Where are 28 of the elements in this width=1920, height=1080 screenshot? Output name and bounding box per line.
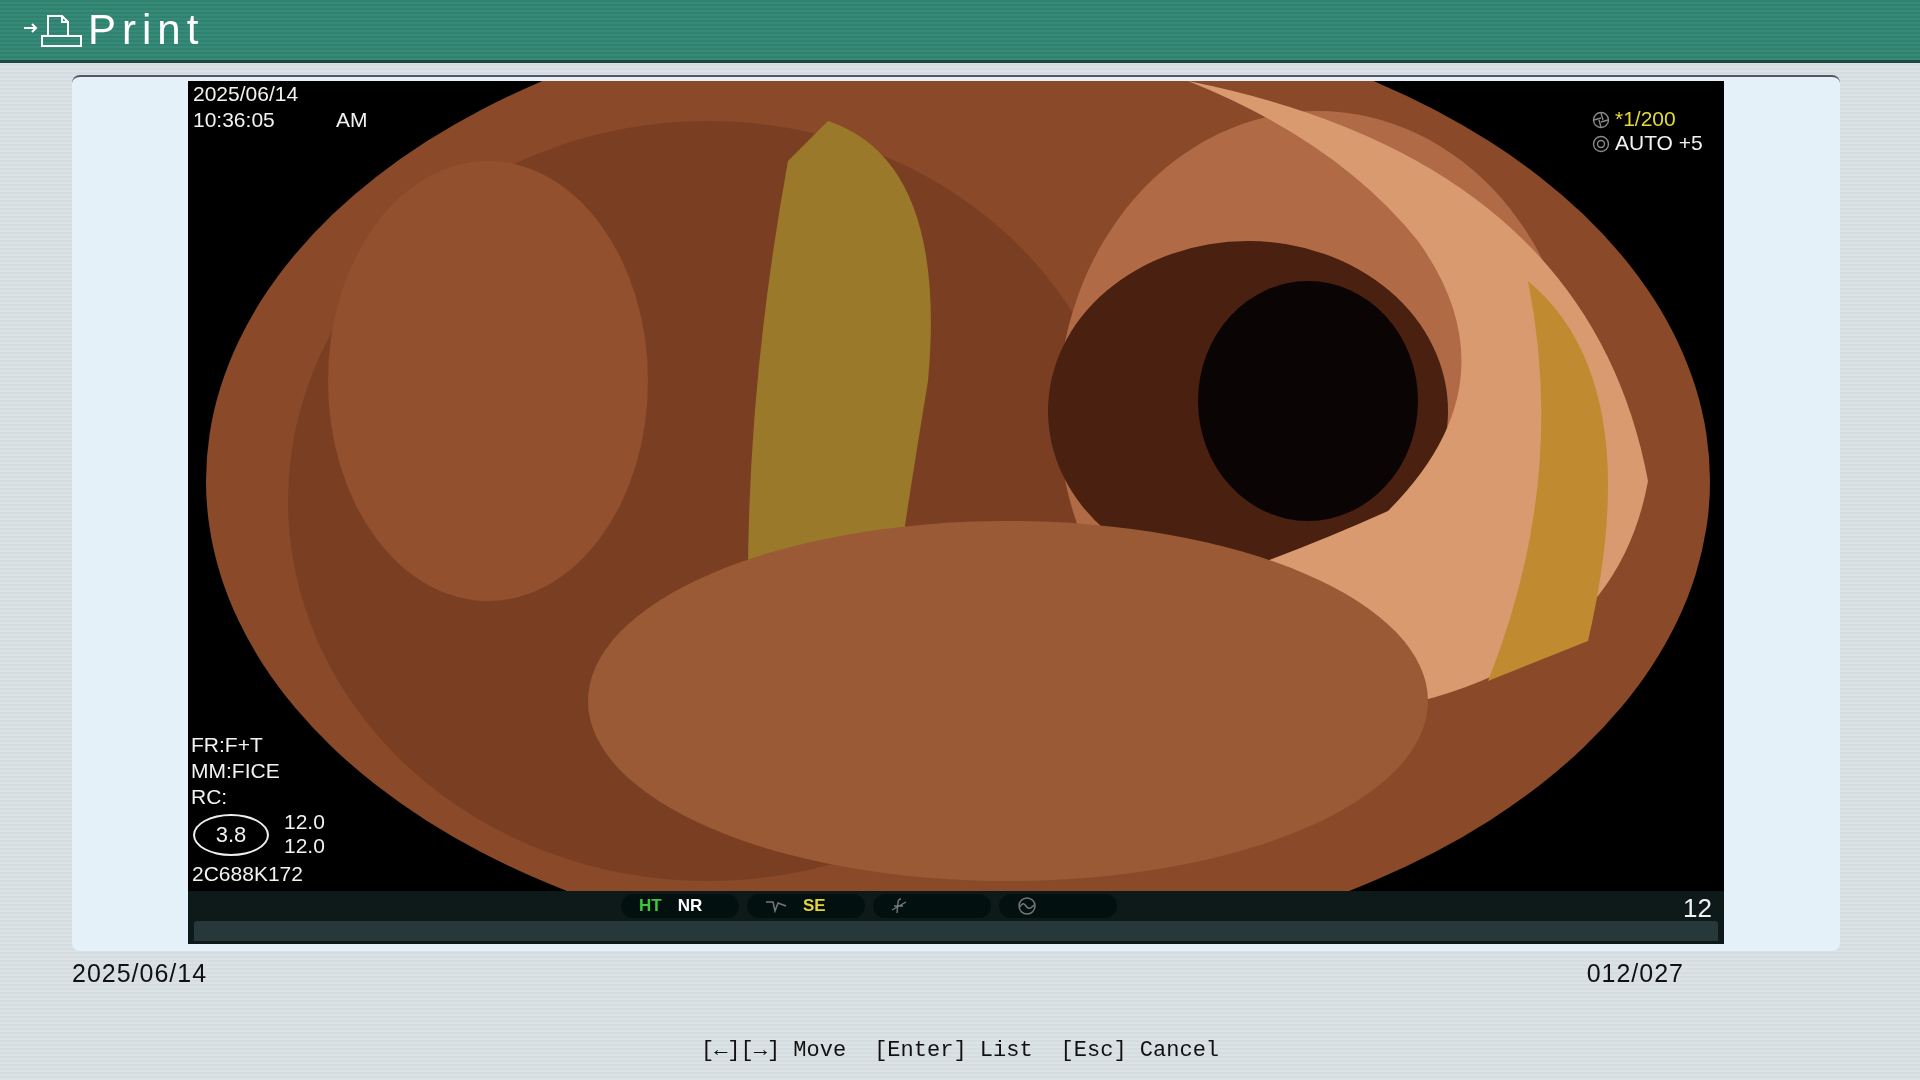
exposure-setting: AUTO +5: [1615, 130, 1703, 156]
image-date: 2025/06/14: [72, 959, 208, 988]
squiggle-icon: [765, 899, 787, 913]
info-line: FR:F+T: [191, 732, 263, 758]
shutter-speed: *1/200: [1615, 106, 1676, 132]
slashed-f-icon: [891, 898, 907, 914]
info-line: RC:: [191, 784, 228, 810]
image-counter: 012/027: [1586, 959, 1684, 988]
meridiem-text: AM: [336, 107, 368, 133]
status-label: HT: [639, 896, 662, 916]
key-hint: [Enter] List: [874, 1038, 1033, 1063]
key-hint: [←][→] Move: [700, 1038, 847, 1063]
wave-circle-icon: [1017, 896, 1037, 916]
info-line: MM:FICE: [191, 758, 280, 784]
print-icon: [22, 12, 84, 48]
aperture-icon: [1592, 111, 1610, 129]
capture-time: 10:36:05: [193, 107, 275, 133]
capture-date: 2025/06/14: [193, 81, 299, 107]
frame-count: 12: [1683, 893, 1712, 924]
key-hint: [Esc] Cancel: [1060, 1038, 1220, 1063]
iris-icon: [1592, 135, 1610, 153]
scale-value: 12.0: [284, 833, 325, 859]
scale-value: 12.0: [284, 809, 325, 835]
scope-serial: 2C688K172: [192, 861, 303, 887]
status-label: NR: [677, 896, 703, 916]
status-label: SE: [803, 896, 826, 916]
zoom-value: 3.8: [193, 814, 269, 856]
window-title: Print: [88, 9, 205, 51]
